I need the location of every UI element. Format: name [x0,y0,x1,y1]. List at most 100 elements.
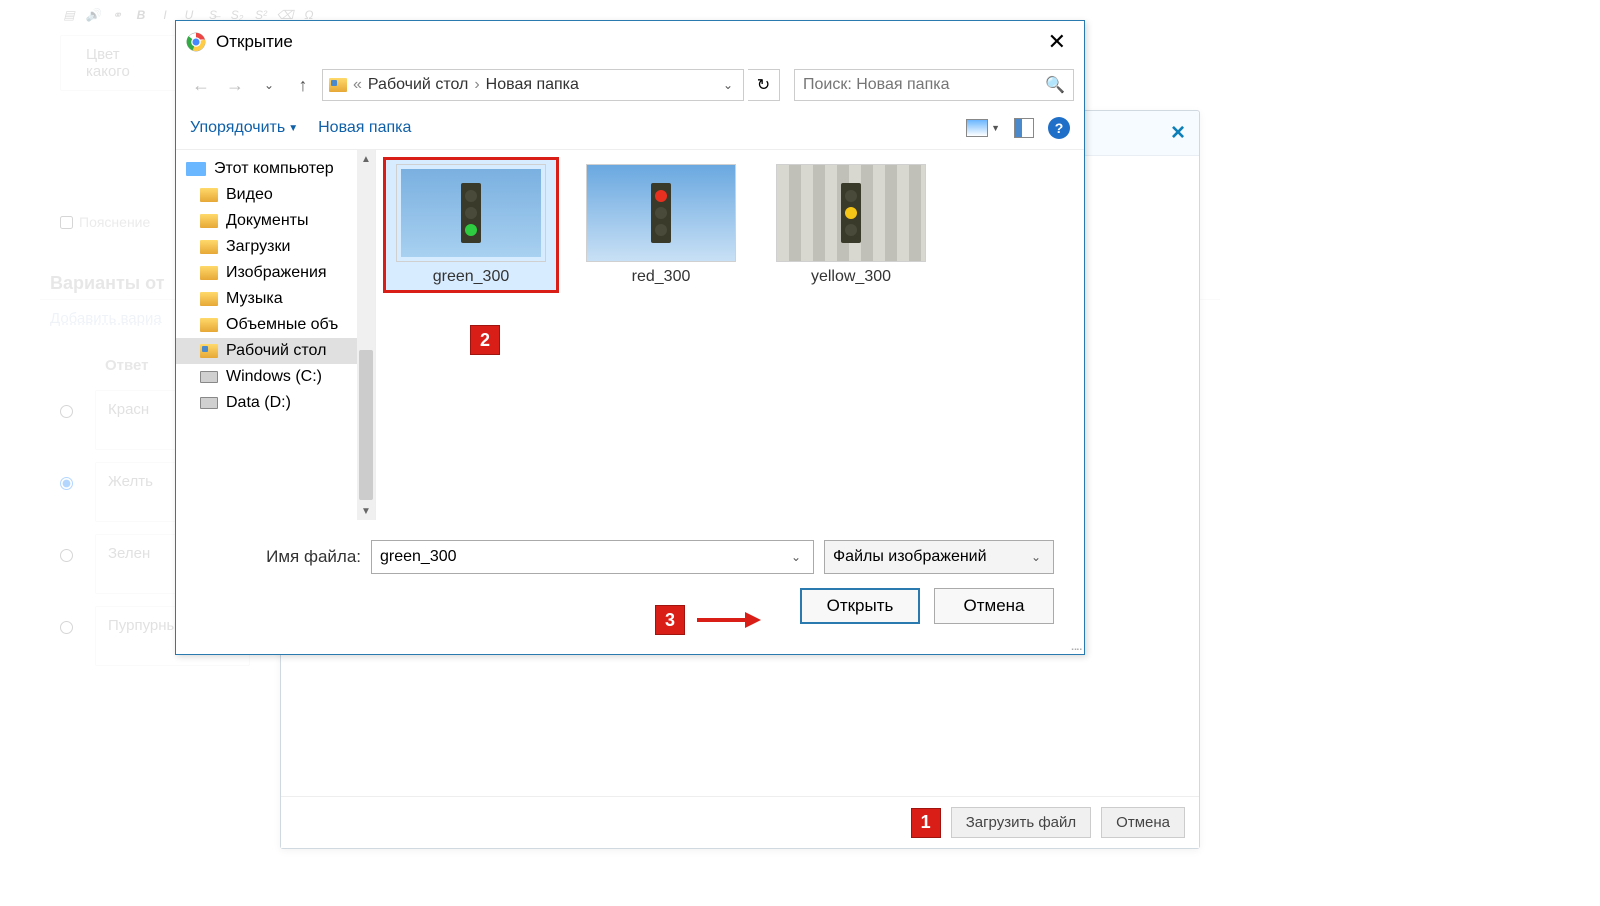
navigation-bar: ← → ⌄ ↑ « Рабочий стол › Новая папка ⌄ ↻… [176,63,1084,107]
dialog-toolbar: Упорядочить ▼ Новая папка ▼ ? [176,107,1084,150]
organize-label: Упорядочить [190,119,285,137]
preview-pane-button[interactable] [1014,118,1034,138]
up-button[interactable]: ↑ [288,70,318,100]
chevron-down-icon[interactable]: ⌄ [787,550,805,564]
tree-label: Рабочий стол [226,342,326,360]
file-thumbnail [586,164,736,262]
breadcrumb-segment[interactable]: Новая папка [486,76,579,94]
radio-input [60,549,73,562]
search-input[interactable] [803,76,1045,94]
tree-item-images[interactable]: Изображения [176,260,375,286]
file-thumbnail [776,164,926,262]
folder-icon [200,240,218,254]
tree-label: Windows (C:) [226,368,322,386]
tree-item-desktop[interactable]: Рабочий стол [176,338,375,364]
search-icon[interactable]: 🔍 [1045,75,1065,95]
breadcrumb-segment[interactable]: Рабочий стол [368,76,468,94]
tree-label: Data (D:) [226,394,291,412]
folder-tree: Этот компьютер Видео Документы Загрузки … [176,150,376,520]
help-button[interactable]: ? [1048,117,1070,139]
prompt-field: Цвет какого [60,35,190,91]
chevron-down-icon: ▼ [991,123,1000,133]
search-box[interactable]: 🔍 [794,69,1074,101]
tree-item-this-pc[interactable]: Этот компьютер [176,156,375,182]
tree-item-music[interactable]: Музыка [176,286,375,312]
upload-file-button[interactable]: Загрузить файл [951,807,1091,838]
file-label: green_300 [433,268,510,286]
tree-label: Документы [226,212,308,230]
sound-icon: 🔊 [84,6,102,24]
folder-icon [200,344,218,358]
folder-icon [200,318,218,332]
file-open-dialog: Открытие ✕ ← → ⌄ ↑ « Рабочий стол › Нова… [175,20,1085,655]
image-icon: ▤ [60,6,78,24]
filename-input[interactable] [380,548,787,566]
close-button[interactable]: ✕ [1040,27,1074,57]
recent-dropdown-icon[interactable]: ⌄ [254,70,284,100]
scroll-up-icon[interactable]: ▲ [357,150,375,168]
radio-input [60,405,73,418]
tree-label: Изображения [226,264,327,282]
tree-item-drive-c[interactable]: Windows (C:) [176,364,375,390]
organize-menu[interactable]: Упорядочить ▼ [190,119,298,137]
tree-label: Этот компьютер [214,160,334,178]
dialog-actions: Открыть Отмена [206,588,1054,624]
upload-close-icon[interactable]: × [1171,119,1185,147]
tree-scrollbar[interactable]: ▲ ▼ [357,150,375,520]
chevron-down-icon[interactable]: ⌄ [719,78,737,92]
chevron-down-icon: ▼ [288,123,298,134]
scroll-down-icon[interactable]: ▼ [357,502,375,520]
traffic-light-icon [461,183,481,243]
refresh-button[interactable]: ↻ [748,69,780,101]
tree-label: Видео [226,186,273,204]
tree-item-documents[interactable]: Документы [176,208,375,234]
chrome-icon [186,32,206,52]
new-folder-button[interactable]: Новая папка [318,119,411,137]
dialog-title: Открытие [216,32,293,52]
italic-icon: I [156,6,174,24]
chevron-right-icon: › [472,76,481,94]
tree-label: Музыка [226,290,283,308]
tree-item-videos[interactable]: Видео [176,182,375,208]
annotation-marker-3: 3 [655,605,685,635]
thumbnails-icon [966,119,988,137]
pc-icon [186,162,206,176]
radio-input [60,621,73,634]
tree-item-3d-objects[interactable]: Объемные объ [176,312,375,338]
annotation-marker-1: 1 [911,808,941,838]
view-mode-button[interactable]: ▼ [966,119,1000,137]
filename-label: Имя файла: [206,547,361,567]
forward-button[interactable]: → [220,70,250,100]
filter-label: Файлы изображений [833,548,987,566]
upload-cancel-button[interactable]: Отмена [1101,807,1185,838]
radio-input [60,477,73,490]
file-thumbnail [396,164,546,262]
traffic-light-icon [841,183,861,243]
tree-label: Загрузки [226,238,290,256]
traffic-light-icon [651,183,671,243]
filename-field[interactable]: ⌄ [371,540,814,574]
back-button[interactable]: ← [186,70,216,100]
file-item-green[interactable]: green_300 [386,160,556,290]
folder-icon [200,188,218,202]
upload-dialog-footer: 1 Загрузить файл Отмена [281,796,1199,848]
tree-item-drive-d[interactable]: Data (D:) [176,390,375,416]
drive-icon [200,371,218,383]
breadcrumb-bar[interactable]: « Рабочий стол › Новая папка ⌄ [322,69,744,101]
annotation-marker-2: 2 [470,325,500,355]
cancel-button[interactable]: Отмена [934,588,1054,624]
chevron-down-icon: ⌄ [1027,550,1045,564]
file-item-red[interactable]: red_300 [576,160,746,290]
file-item-yellow[interactable]: yellow_300 [766,160,936,290]
open-button[interactable]: Открыть [800,588,920,624]
scroll-thumb[interactable] [359,350,373,500]
dialog-body: Этот компьютер Видео Документы Загрузки … [176,150,1084,520]
tree-item-downloads[interactable]: Загрузки [176,234,375,260]
folder-icon [200,266,218,280]
file-label: red_300 [632,268,691,286]
bold-icon: B [132,6,150,24]
file-type-filter[interactable]: Файлы изображений ⌄ [824,540,1054,574]
resize-grip-icon[interactable]: ⣀⣀ [1070,640,1081,651]
folder-icon [200,214,218,228]
folder-icon [329,78,347,92]
